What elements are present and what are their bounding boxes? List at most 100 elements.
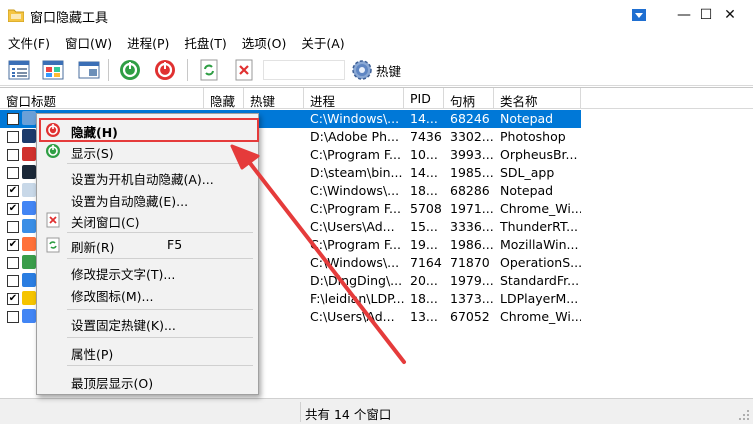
cell-process: D:\Adobe Ph... — [310, 129, 399, 144]
column-header-process[interactable]: 进程 — [304, 88, 404, 109]
cell-handle: 68246 — [450, 111, 490, 126]
menu-item-refresh[interactable]: 刷新(R) F5 — [39, 234, 256, 256]
chevron-down-icon — [632, 9, 646, 21]
hotkey-button[interactable]: 热键 — [350, 57, 401, 83]
window-icon — [78, 61, 100, 79]
hotkey-input[interactable] — [263, 60, 345, 80]
hotkey-label: 热键 — [376, 63, 402, 79]
show-button[interactable] — [117, 57, 143, 83]
row-checkbox[interactable]: ✔ — [7, 239, 19, 251]
menu-item-close-window[interactable]: 关闭窗口(C) — [39, 209, 256, 231]
show-icon — [120, 60, 140, 80]
app-icon — [22, 129, 36, 143]
menu-item-label: 修改图标(M)... — [71, 289, 154, 304]
row-checkbox[interactable] — [7, 167, 19, 179]
cell-class: Chrome_Wi... — [500, 309, 581, 324]
cell-class: SDL_app — [500, 165, 555, 180]
cell-pid: 15... — [410, 219, 438, 234]
grid-view-button[interactable] — [40, 57, 66, 83]
menu-item-set-hotkey[interactable]: 设置固定热键(K)... — [39, 312, 256, 334]
window-title: 窗口隐藏工具 — [30, 11, 109, 26]
row-checkbox[interactable]: ✔ — [7, 293, 19, 305]
cell-process: C:\Users\Ad... — [310, 309, 395, 324]
list-view-button[interactable] — [6, 57, 32, 83]
cell-process: C:\Program F... — [310, 237, 401, 252]
menu-bar: 文件(F) 窗口(W) 进程(P) 托盘(T) 选项(O) 关于(A) — [0, 30, 753, 52]
resize-grip-icon[interactable] — [738, 409, 750, 421]
menu-item-label: 最顶层显示(O) — [71, 376, 154, 391]
menu-item-properties[interactable]: 属性(P) — [39, 341, 256, 363]
app-icon — [22, 291, 36, 305]
hide-button[interactable] — [152, 57, 178, 83]
show-icon — [46, 144, 60, 158]
toolbar: 热键 — [0, 52, 753, 86]
menu-item-2[interactable]: 进程(P) — [119, 30, 176, 52]
row-checkbox[interactable] — [7, 149, 19, 161]
row-checkbox[interactable] — [7, 257, 19, 269]
cell-handle: 1971... — [450, 201, 494, 216]
menu-separator — [67, 258, 253, 259]
cell-process: D:\steam\bin... — [310, 165, 403, 180]
menu-item-autohide-startup[interactable]: 设置为开机自动隐藏(A)... — [39, 166, 256, 188]
column-header-hotkey[interactable]: 热键 — [244, 88, 304, 109]
row-checkbox[interactable]: ✔ — [7, 203, 19, 215]
refresh-button[interactable] — [196, 57, 222, 83]
menu-item-0[interactable]: 文件(F) — [0, 30, 57, 52]
cell-handle: 67052 — [450, 309, 490, 324]
row-checkbox[interactable] — [7, 275, 19, 287]
cell-process: C:\Program F... — [310, 147, 401, 162]
cell-process: C:\Windows\... — [310, 255, 400, 270]
menu-item-1[interactable]: 窗口(W) — [57, 30, 119, 52]
cell-handle: 3993... — [450, 147, 494, 162]
cell-pid: 18... — [410, 183, 438, 198]
cell-pid: 19... — [410, 237, 438, 252]
column-header-title[interactable]: 窗口标题 — [0, 88, 204, 109]
grid-view-icon — [42, 60, 64, 80]
column-header-class[interactable]: 类名称 — [494, 88, 581, 109]
maximize-button[interactable]: ☐ — [661, 0, 713, 30]
menu-separator — [67, 365, 253, 366]
cell-process: D:\DingDing\... — [310, 273, 403, 288]
cell-pid: 5708 — [410, 201, 442, 216]
row-checkbox[interactable] — [7, 311, 19, 323]
status-bar: 共有 14 个窗口 — [0, 398, 753, 424]
cell-process: C:\Program F... — [310, 201, 401, 216]
app-icon — [22, 237, 36, 251]
menu-item-3[interactable]: 托盘(T) — [176, 30, 233, 52]
menu-item-always-on-top[interactable]: 最顶层显示(O) — [39, 370, 256, 392]
close-button[interactable]: ✕ — [707, 0, 753, 30]
column-header-hidden[interactable]: 隐藏 — [204, 88, 244, 109]
menu-item-label: 显示(S) — [71, 146, 114, 161]
app-icon — [22, 309, 36, 323]
column-header-pid[interactable]: PID — [404, 88, 444, 109]
cell-handle: 71870 — [450, 255, 490, 270]
cell-class: StandardFr... — [500, 273, 580, 288]
app-icon — [22, 165, 36, 179]
cell-handle: 1373... — [450, 291, 494, 306]
row-checkbox[interactable] — [7, 113, 19, 125]
menu-item-4[interactable]: 选项(O) — [234, 30, 294, 52]
row-checkbox[interactable]: ✔ — [7, 185, 19, 197]
cell-class: Photoshop — [500, 129, 566, 144]
cell-pid: 7436 — [410, 129, 442, 144]
menu-separator — [67, 309, 253, 310]
menu-item-autohide[interactable]: 设置为自动隐藏(E)... — [39, 188, 256, 210]
column-header-handle[interactable]: 句柄 — [444, 88, 494, 109]
close-window-icon — [235, 59, 253, 81]
close-window-button[interactable] — [231, 57, 257, 83]
cell-handle: 3302... — [450, 129, 494, 144]
menu-item-label: 属性(P) — [71, 347, 114, 362]
row-checkbox[interactable] — [7, 131, 19, 143]
cell-class: OrpheusBr... — [500, 147, 578, 162]
window-button[interactable] — [76, 57, 102, 83]
toolbar-separator — [108, 59, 109, 81]
menu-item-show[interactable]: 显示(S) — [39, 140, 256, 162]
help-dropdown-button[interactable] — [616, 0, 662, 30]
menu-item-edit-icon[interactable]: 修改图标(M)... — [39, 283, 256, 305]
menu-item-5[interactable]: 关于(A) — [293, 30, 351, 52]
row-checkbox[interactable] — [7, 221, 19, 233]
cell-class: Notepad — [500, 111, 554, 126]
menu-item-edit-tooltip[interactable]: 修改提示文字(T)... — [39, 261, 256, 283]
cell-pid: 20... — [410, 273, 438, 288]
cell-pid: 14... — [410, 111, 438, 126]
